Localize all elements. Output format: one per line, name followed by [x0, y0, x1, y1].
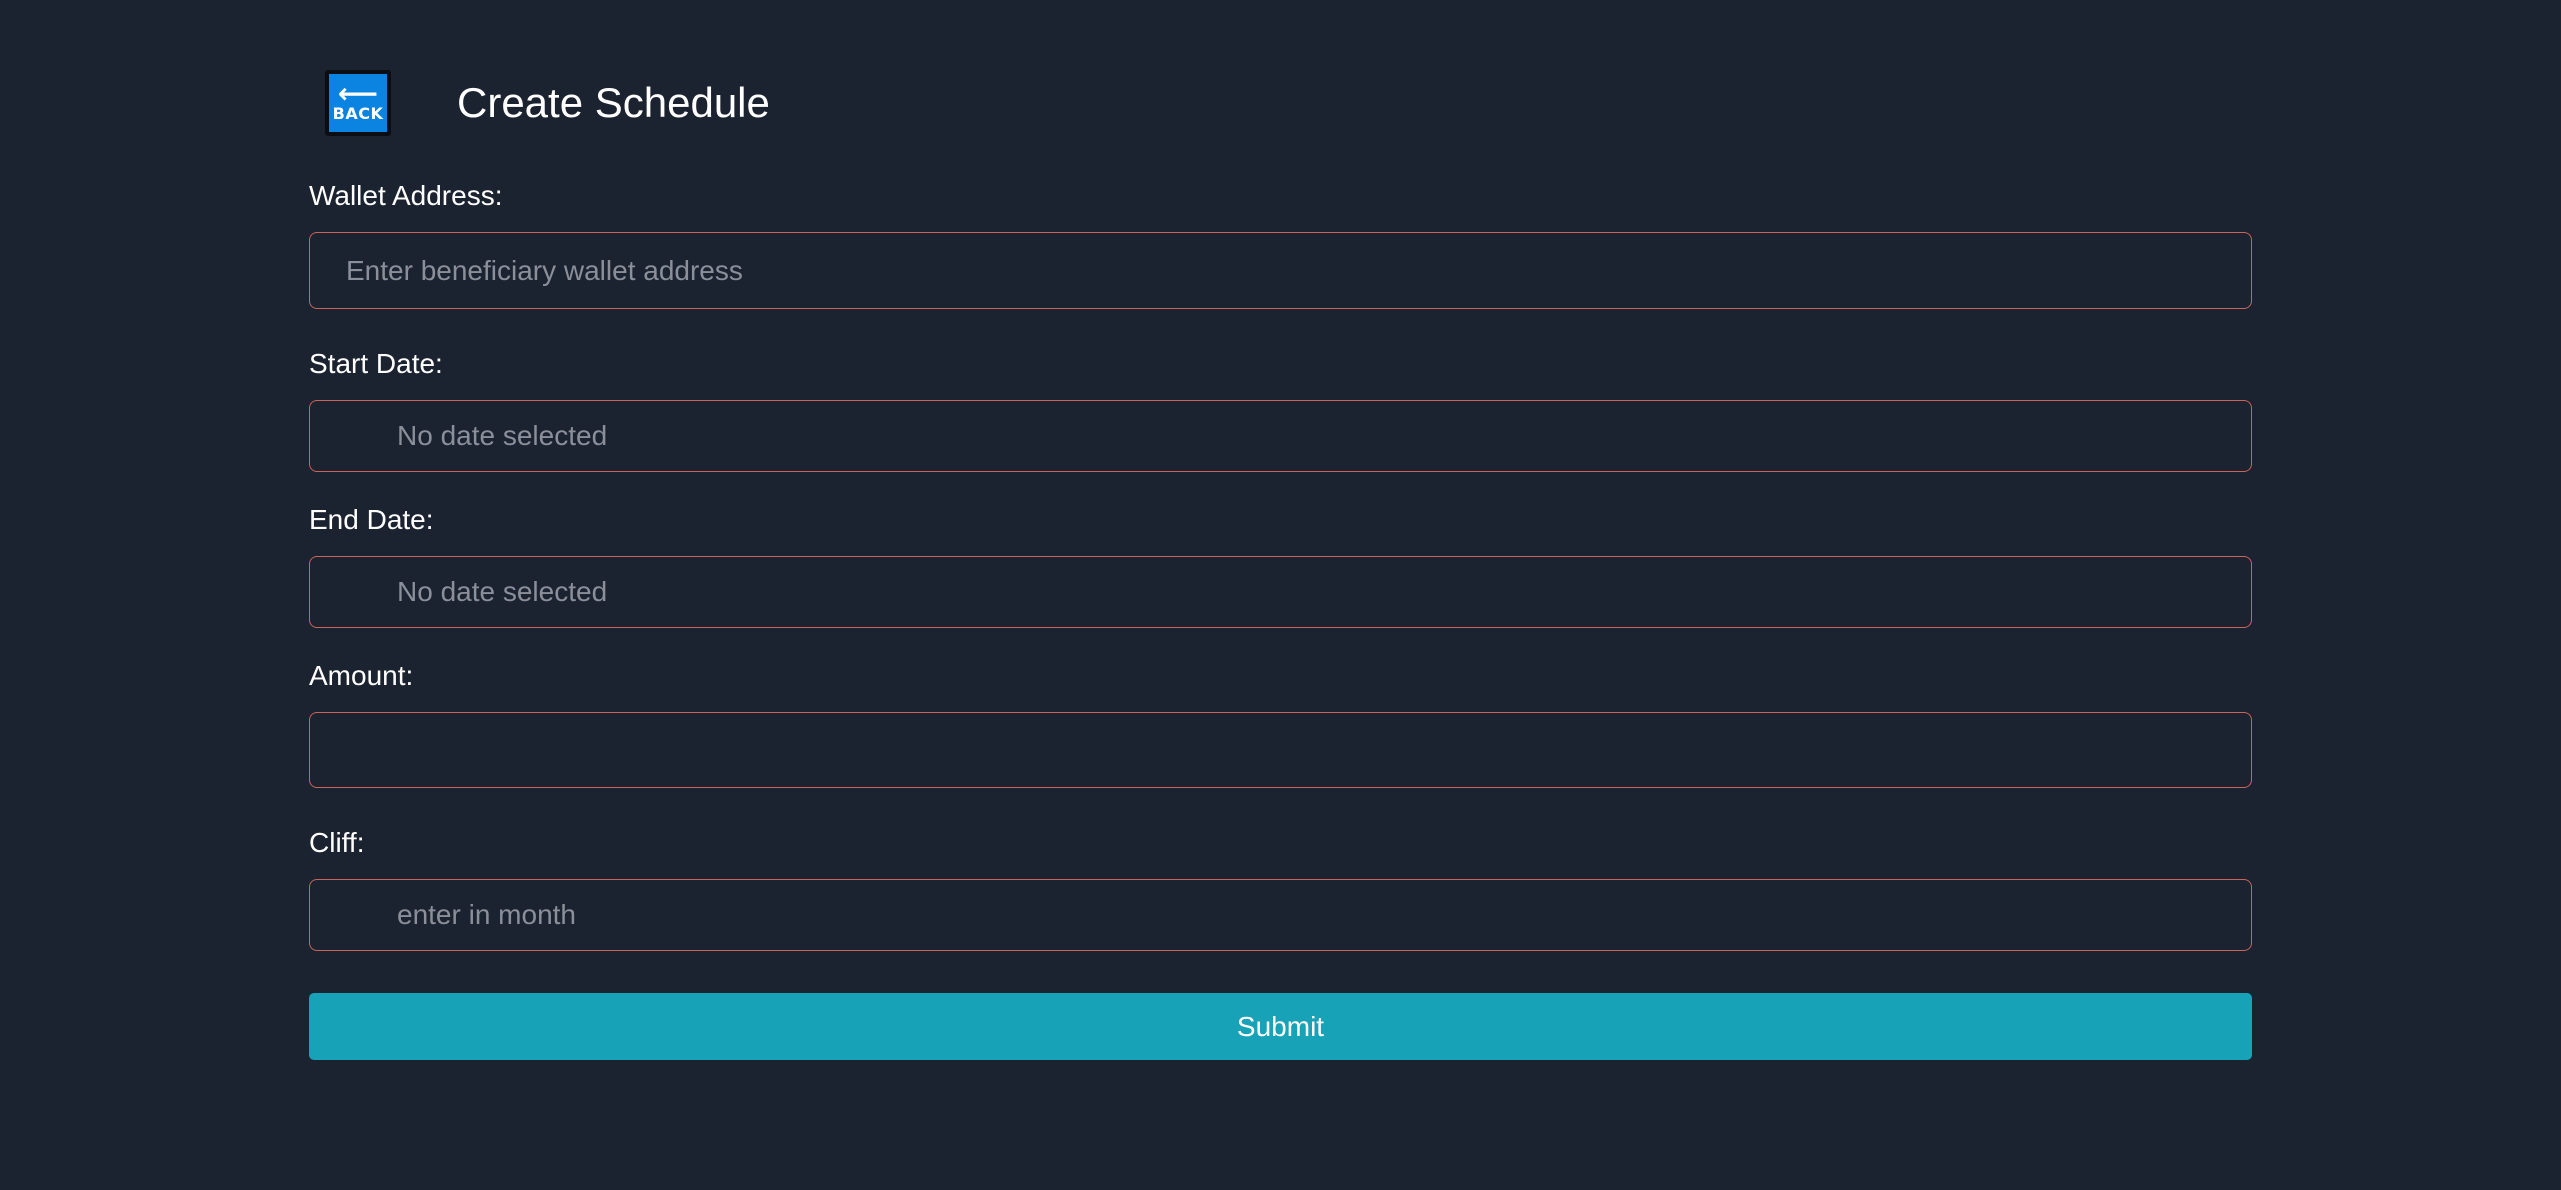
back-button-label: BACK [332, 104, 384, 123]
cliff-label: Cliff: [309, 827, 365, 858]
wallet-address-field [309, 232, 2252, 309]
start-date-field [309, 400, 2252, 472]
submit-button[interactable]: Submit [309, 993, 2252, 1060]
start-date-label: Start Date: [309, 348, 443, 379]
cliff-field [309, 879, 2252, 951]
page-title: Create Schedule [457, 79, 770, 126]
back-button[interactable]: ⟵ BACK [325, 70, 391, 136]
start-date-input[interactable] [310, 401, 2251, 471]
end-date-input[interactable] [310, 557, 2251, 627]
end-date-label: End Date: [309, 504, 434, 535]
wallet-address-label: Wallet Address: [309, 180, 503, 211]
cliff-input[interactable] [310, 880, 2251, 950]
amount-label: Amount: [309, 660, 414, 691]
amount-input[interactable] [310, 713, 2251, 787]
amount-field [309, 712, 2252, 788]
wallet-address-input[interactable] [310, 233, 2251, 308]
page-header: ⟵ BACK Create Schedule [325, 70, 770, 136]
end-date-field [309, 556, 2252, 628]
back-arrow-icon: ⟵ [337, 77, 379, 110]
